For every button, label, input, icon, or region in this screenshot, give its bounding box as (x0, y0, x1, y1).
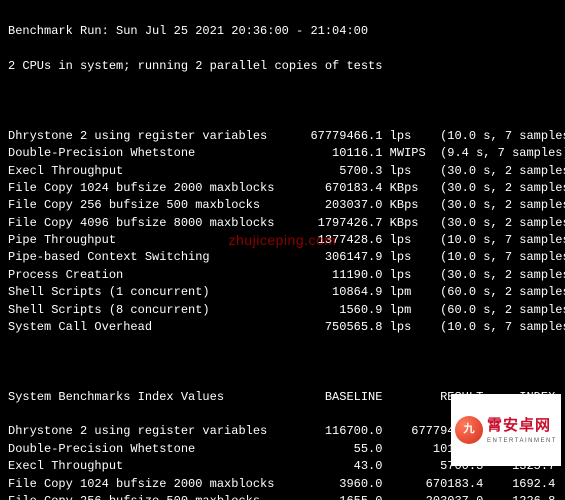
index-row: File Copy 256 bufsize 500 maxblocks 1655… (8, 493, 557, 500)
result-row: File Copy 1024 bufsize 2000 maxblocks 67… (8, 180, 557, 197)
result-row: File Copy 4096 bufsize 8000 maxblocks 17… (8, 215, 557, 232)
result-row: Process Creation 11190.0 lps (30.0 s, 2 … (8, 267, 557, 284)
result-row: File Copy 256 bufsize 500 maxblocks 2030… (8, 197, 557, 214)
result-row: Pipe Throughput 1377428.6 lps (10.0 s, 7… (8, 232, 557, 249)
benchmark-run-line: Benchmark Run: Sun Jul 25 2021 20:36:00 … (8, 23, 557, 40)
result-row: Execl Throughput 5700.3 lps (30.0 s, 2 s… (8, 163, 557, 180)
logo-text: 霄安卓网 ENTERTAINMENT (487, 415, 557, 445)
site-logo: 九 霄安卓网 ENTERTAINMENT (451, 394, 561, 466)
logo-sub-text: ENTERTAINMENT (487, 437, 557, 446)
result-row: Dhrystone 2 using register variables 677… (8, 128, 557, 145)
index-row: File Copy 1024 bufsize 2000 maxblocks 39… (8, 476, 557, 493)
blank-line (8, 93, 557, 110)
result-row: Pipe-based Context Switching 306147.9 lp… (8, 249, 557, 266)
logo-circle-icon: 九 (455, 416, 483, 444)
results-block: Dhrystone 2 using register variables 677… (8, 128, 557, 337)
blank-line (8, 354, 557, 371)
result-row: Shell Scripts (1 concurrent) 10864.9 lpm… (8, 284, 557, 301)
logo-main-text: 霄安卓网 (487, 415, 551, 437)
result-row: Shell Scripts (8 concurrent) 1560.9 lpm … (8, 302, 557, 319)
cpu-info-line: 2 CPUs in system; running 2 parallel cop… (8, 58, 557, 75)
result-row: System Call Overhead 750565.8 lps (10.0 … (8, 319, 557, 336)
result-row: Double-Precision Whetstone 10116.1 MWIPS… (8, 145, 557, 162)
